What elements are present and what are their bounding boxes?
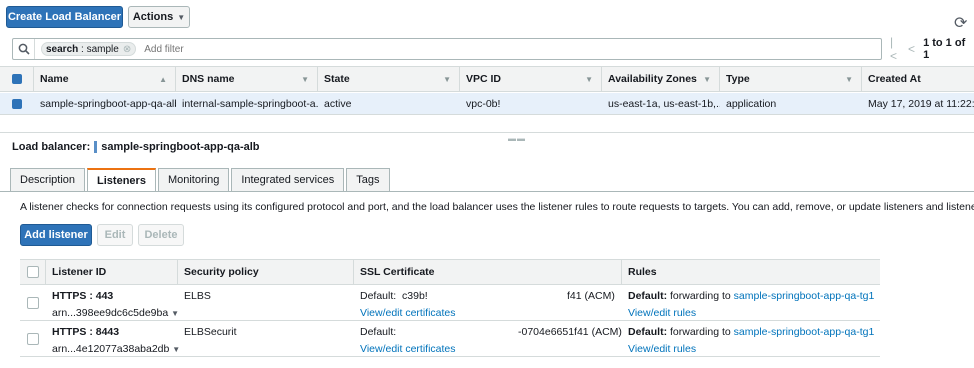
column-dns-name[interactable]: DNS name ▼ [176,67,318,91]
rule-default: Default: forwarding to sample-springboot… [628,290,875,302]
cert-default: Default: [360,326,397,338]
listener-arn[interactable]: arn...398ee9dc6c5de9ba ▼ [52,307,179,319]
row-checkbox[interactable] [27,297,39,309]
listeners-description: A listener checks for connection request… [20,201,974,213]
prev-page-icon[interactable]: < [908,42,915,56]
refresh-icon[interactable]: ⟳ [954,13,967,33]
view-edit-rules-link[interactable]: View/edit rules [628,343,696,355]
chevron-down-icon: ▼ [443,74,451,84]
cell-azs: us-east-1a, us-east-1b,... [608,97,720,110]
chevron-down-icon: ▼ [171,309,180,318]
cert-default: Default: c39b! [360,290,428,302]
actions-button[interactable]: Actions ▼ [128,6,190,28]
lb-table-header: Name ▲ DNS name ▼ State ▼ VPC ID ▼ Availabil… [0,66,974,92]
panel-divider [0,132,974,133]
column-type[interactable]: Type ▼ [720,67,862,91]
table-row[interactable]: HTTPS : 8443 arn...4e12077a38aba2db ▼ EL… [20,322,880,357]
row-checkbox[interactable] [0,93,34,114]
chevron-down-icon: ▼ [177,12,186,22]
detail-tabs: Description Listeners Monitoring Integra… [10,168,392,192]
close-icon[interactable]: ⊗ [123,44,131,55]
token-value: sample [86,43,119,55]
chevron-down-icon: ▼ [301,74,309,84]
chevron-down-icon: ▼ [845,74,853,84]
delete-button[interactable]: Delete [138,224,184,246]
column-listener-id: Listener ID [46,260,178,284]
tab-underline [0,191,974,192]
column-security-policy: Security policy [178,260,354,284]
tab-description[interactable]: Description [10,168,86,191]
sort-asc-icon: ▲ [159,74,167,84]
cell-vpc: vpc-0b! [466,97,501,110]
cell-created: May 17, 2019 at 11:22:03 P [868,97,974,110]
edit-button[interactable]: Edit [97,224,133,246]
cell-dns: internal-sample-springboot-a... [182,97,318,110]
view-edit-certificates-link[interactable]: View/edit certificates [360,343,456,355]
security-policy: ELBSecurit [184,326,237,338]
tab-monitoring[interactable]: Monitoring [157,168,230,191]
select-all-checkbox[interactable] [0,67,34,91]
column-state[interactable]: State ▼ [318,67,460,91]
table-row[interactable]: sample-springboot-app-qa-alb internal-sa… [0,93,974,115]
column-created-at[interactable]: Created At [862,67,974,91]
column-rules: Rules [628,266,657,278]
rule-default: Default: forwarding to sample-springboot… [628,326,875,338]
first-page-icon[interactable]: |< [890,35,900,63]
listener-arn[interactable]: arn...4e12077a38aba2db ▼ [52,343,180,355]
detail-header: Load balancer: sample-springboot-app-qa-… [12,141,260,153]
view-edit-rules-link[interactable]: View/edit rules [628,307,696,319]
pagination-text: 1 to 1 of 1 [923,37,966,61]
chevron-down-icon: ▼ [585,74,593,84]
add-filter-input[interactable] [144,43,445,55]
listener-id: HTTPS : 8443 [52,326,120,338]
table-row[interactable]: HTTPS : 443 arn...398ee9dc6c5de9ba ▼ ELB… [20,286,880,321]
search-filter-token[interactable]: search : sample ⊗ [41,42,137,56]
column-availability-zones[interactable]: Availability Zones ▼ [602,67,720,91]
detail-name: sample-springboot-app-qa-alb [101,141,260,153]
row-checkbox[interactable] [27,333,39,345]
cell-type: application [726,97,777,110]
chevron-down-icon: ▼ [703,74,711,84]
listener-id: HTTPS : 443 [52,290,114,302]
cell-state: active [324,97,352,110]
tab-integrated-services[interactable]: Integrated services [231,168,345,191]
tab-tags[interactable]: Tags [346,168,390,191]
select-all-listeners-checkbox[interactable] [20,260,46,284]
column-vpc-id[interactable]: VPC ID ▼ [460,67,602,91]
column-name[interactable]: Name ▲ [34,67,176,91]
view-edit-certificates-link[interactable]: View/edit certificates [360,307,456,319]
listeners-table-header: Listener ID Security policy SSL Certific… [20,259,880,285]
security-policy: ELBS [184,290,211,302]
cert-suffix: -0704e6651f41 (ACM) [518,326,622,338]
column-ssl-certificate: SSL Certificate [354,260,622,284]
detail-marker [94,141,98,153]
pagination: |< < 1 to 1 of 1 [890,35,974,63]
tab-listeners[interactable]: Listeners [87,168,156,192]
target-group-link[interactable]: sample-springboot-app-qa-tg1 [734,326,875,338]
cell-name: sample-springboot-app-qa-alb [40,97,176,110]
target-group-link[interactable]: sample-springboot-app-qa-tg1 [734,290,875,302]
token-key: search [46,43,79,55]
cert-suffix: f41 (ACM) [567,290,615,302]
create-load-balancer-button[interactable]: Create Load Balancer [6,6,123,28]
actions-label: Actions [132,11,174,23]
search-bar: search : sample ⊗ [12,38,882,60]
add-listener-button[interactable]: Add listener [20,224,92,246]
detail-label: Load balancer: [12,141,91,153]
resize-handle[interactable]: ▬▬ [508,134,526,143]
search-icon[interactable] [13,39,35,59]
chevron-down-icon: ▼ [172,345,181,354]
